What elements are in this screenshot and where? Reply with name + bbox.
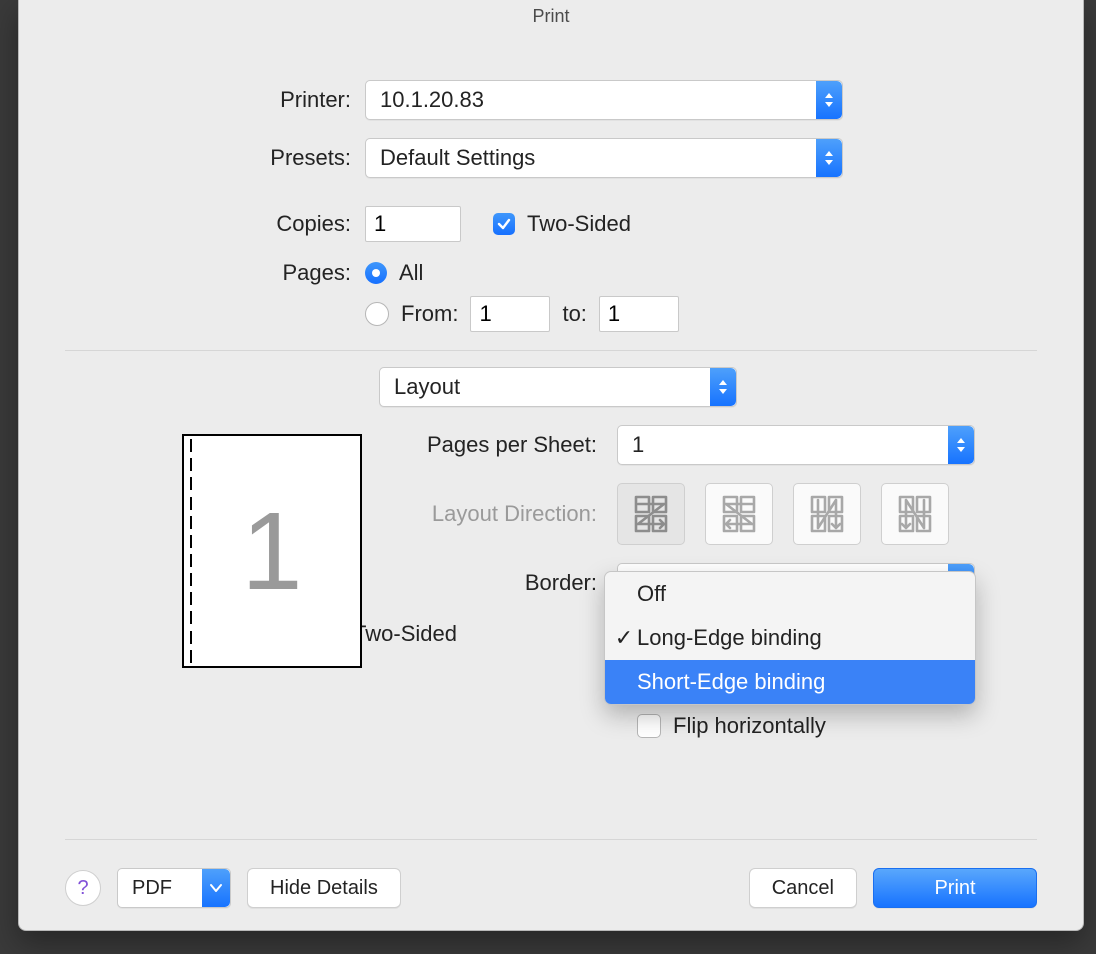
- presets-label: Presets:: [65, 145, 365, 171]
- separator: [65, 350, 1037, 351]
- section-value: Layout: [380, 374, 710, 400]
- copies-input[interactable]: [365, 206, 461, 242]
- pages-all-radio[interactable]: [365, 262, 387, 284]
- two-sided-label: Two-Sided: [527, 211, 631, 237]
- presets-value: Default Settings: [366, 145, 816, 171]
- printer-popup[interactable]: 10.1.20.83: [365, 80, 843, 120]
- hide-details-button[interactable]: Hide Details: [247, 868, 401, 908]
- pdf-menu-button[interactable]: PDF: [117, 868, 231, 908]
- page-preview: 1: [182, 434, 362, 668]
- dialog-title: Print: [19, 0, 1083, 32]
- chevrons-icon: [816, 139, 842, 177]
- two-sided-menu-item-long-edge[interactable]: ✓Long-Edge binding: [605, 616, 975, 660]
- pages-label: Pages:: [65, 260, 365, 286]
- help-icon: ?: [77, 877, 88, 900]
- presets-popup[interactable]: Default Settings: [365, 138, 843, 178]
- chevrons-icon: [816, 81, 842, 119]
- pages-per-sheet-popup[interactable]: 1: [617, 425, 975, 465]
- pdf-label: PDF: [118, 877, 202, 900]
- two-sided-menu-item-off[interactable]: Off: [605, 572, 975, 616]
- two-sided-menu: Off ✓Long-Edge binding Short-Edge bindin…: [604, 571, 976, 705]
- print-button[interactable]: Print: [873, 868, 1037, 908]
- section-popup[interactable]: Layout: [379, 367, 737, 407]
- layout-direction-option-1[interactable]: [617, 483, 685, 545]
- pages-range-radio[interactable]: [365, 302, 389, 326]
- chevrons-icon: [710, 368, 736, 406]
- printer-value: 10.1.20.83: [366, 87, 816, 113]
- pages-to-label: to:: [562, 301, 586, 327]
- flip-horizontally-label: Flip horizontally: [673, 713, 826, 739]
- layout-direction-option-4[interactable]: [881, 483, 949, 545]
- chevron-down-icon: [202, 869, 230, 907]
- two-sided-checkbox[interactable]: [493, 213, 515, 235]
- separator: [65, 839, 1037, 840]
- pages-from-label: From:: [401, 301, 458, 327]
- pages-per-sheet-value: 1: [618, 432, 948, 458]
- pages-from-input[interactable]: [470, 296, 550, 332]
- check-icon: ✓: [611, 625, 637, 651]
- pages-all-label: All: [399, 260, 423, 286]
- cancel-button[interactable]: Cancel: [749, 868, 857, 908]
- copies-label: Copies:: [65, 211, 365, 237]
- pages-to-input[interactable]: [599, 296, 679, 332]
- layout-direction-option-3[interactable]: [793, 483, 861, 545]
- chevrons-icon: [948, 426, 974, 464]
- printer-label: Printer:: [65, 87, 365, 113]
- flip-horizontally-checkbox[interactable]: [637, 714, 661, 738]
- layout-direction-option-2[interactable]: [705, 483, 773, 545]
- help-button[interactable]: ?: [65, 870, 101, 906]
- print-dialog: Print Printer: 10.1.20.83 Presets:: [18, 0, 1084, 931]
- preview-page-number: 1: [241, 488, 302, 615]
- two-sided-menu-item-short-edge[interactable]: Short-Edge binding: [605, 660, 975, 704]
